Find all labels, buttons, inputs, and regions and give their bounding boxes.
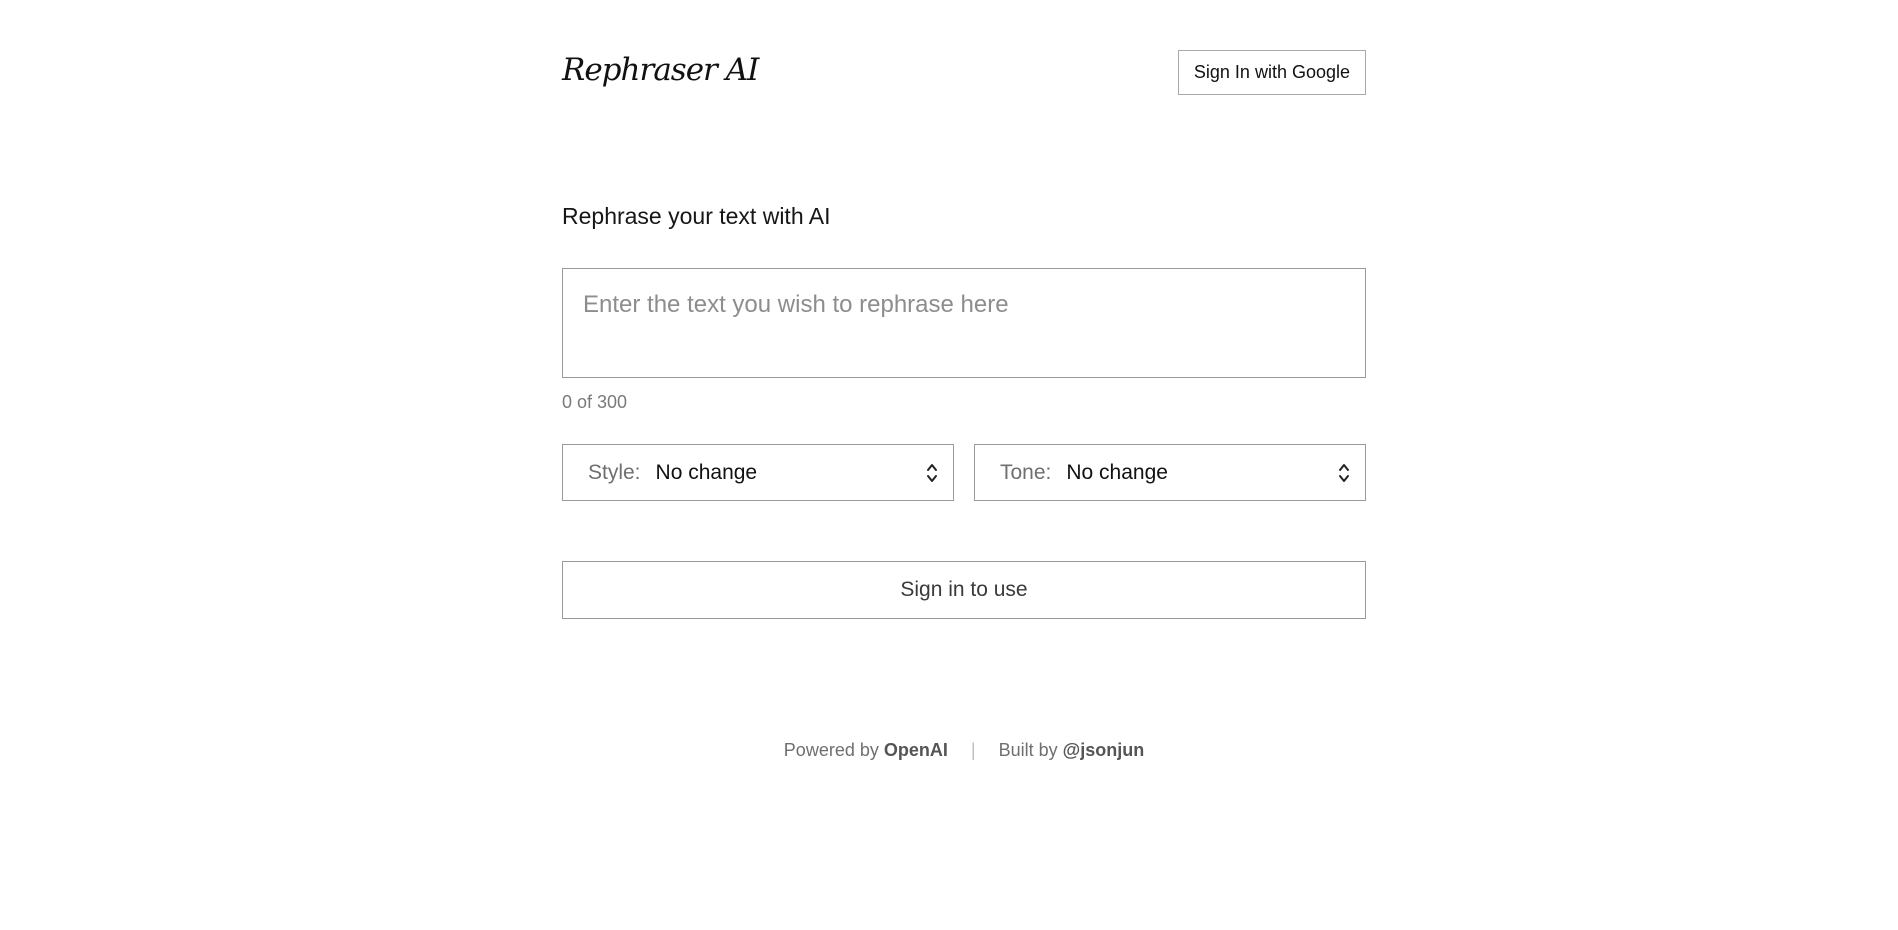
tone-select-value: No change — [1066, 460, 1168, 484]
character-counter: 0 of 300 — [562, 392, 628, 412]
built-by-label: Built by — [998, 740, 1058, 760]
style-select[interactable]: Style: No change — [562, 444, 954, 501]
author-link[interactable]: @jsonjun — [1063, 740, 1145, 760]
style-select-value: No change — [655, 460, 758, 484]
rephrase-text-input[interactable] — [563, 269, 1365, 377]
rephrase-text-field — [562, 268, 1366, 378]
powered-by-label: Powered by — [783, 740, 879, 760]
style-select-label: Style: — [588, 460, 641, 484]
openai-link[interactable]: OpenAI — [884, 740, 948, 760]
sign-in-to-use-button[interactable]: Sign in to use — [562, 561, 1366, 619]
tone-select-label: Tone: — [1000, 460, 1052, 484]
logo[interactable]: Rephraser AI — [562, 52, 759, 88]
chevron-up-down-icon — [927, 463, 937, 482]
sign-in-google-button[interactable]: Sign In with Google — [1177, 50, 1366, 95]
footer: Powered by OpenAI | Built by @jsonjun — [562, 740, 1366, 761]
header: Rephraser AI Sign In with Google — [562, 48, 1366, 98]
tone-select[interactable]: Tone: No change — [974, 444, 1366, 501]
page-title: Rephrase your text with AI — [562, 203, 831, 229]
footer-separator: | — [970, 740, 976, 760]
chevron-up-down-icon — [1339, 463, 1349, 482]
